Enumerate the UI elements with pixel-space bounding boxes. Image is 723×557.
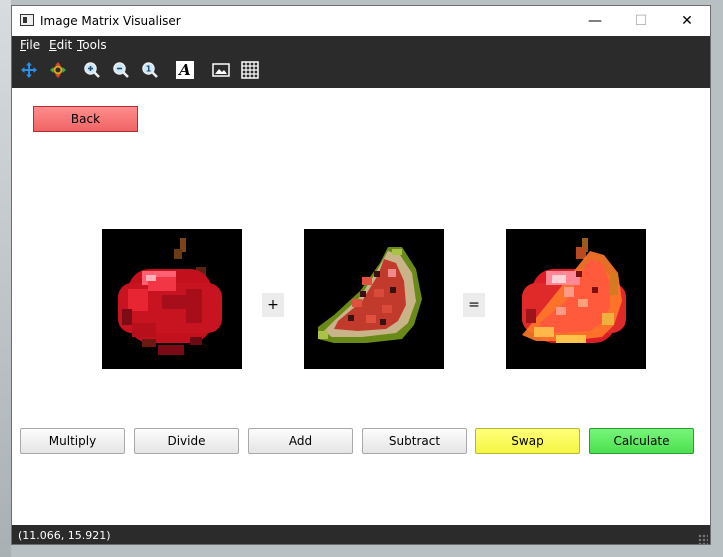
menu-edit[interactable]: Edit — [49, 38, 72, 52]
font-icon[interactable]: A — [175, 60, 195, 80]
menu-tools[interactable]: Tools — [77, 38, 107, 52]
title-bar: Image Matrix Visualiser — ☐ ✕ — [12, 6, 710, 36]
app-window: Image Matrix Visualiser — ☐ ✕ File Edit … — [11, 5, 711, 545]
move-icon[interactable] — [19, 60, 39, 80]
pan-icon[interactable] — [48, 60, 68, 80]
back-button[interactable]: Back — [33, 106, 138, 132]
minimize-button[interactable]: — — [572, 6, 618, 36]
zoom-out-icon[interactable] — [111, 60, 131, 80]
status-bar: (11.066, 15.921) — [12, 525, 710, 544]
calculate-button[interactable]: Calculate — [589, 428, 694, 454]
toolbar: 1 A — [12, 53, 710, 88]
menu-bar: File Edit Tools — [12, 36, 710, 53]
watermelon-image — [304, 229, 444, 369]
result-image — [506, 229, 646, 369]
plus-operator: + — [262, 293, 284, 317]
cursor-coordinates: (11.066, 15.921) — [18, 529, 111, 542]
grid-icon[interactable] — [240, 60, 260, 80]
multiply-button[interactable]: Multiply — [20, 428, 125, 454]
maximize-button[interactable]: ☐ — [618, 6, 664, 36]
main-content: Back + = Multiply Divide Add Subtract Sw… — [12, 88, 710, 525]
window-title: Image Matrix Visualiser — [40, 14, 181, 28]
desktop-background — [0, 0, 11, 557]
zoom-in-icon[interactable] — [82, 60, 102, 80]
app-icon — [20, 14, 34, 26]
subtract-button[interactable]: Subtract — [362, 428, 467, 454]
close-button[interactable]: ✕ — [664, 6, 710, 36]
svg-text:1: 1 — [146, 65, 152, 74]
image-icon[interactable] — [211, 60, 231, 80]
zoom-reset-icon[interactable]: 1 — [140, 60, 160, 80]
menu-file[interactable]: File — [20, 38, 40, 52]
add-button[interactable]: Add — [248, 428, 353, 454]
divide-button[interactable]: Divide — [134, 428, 239, 454]
resize-grip-icon[interactable] — [698, 534, 708, 544]
equals-operator: = — [463, 293, 485, 317]
apple-image — [102, 229, 242, 369]
swap-button[interactable]: Swap — [475, 428, 580, 454]
